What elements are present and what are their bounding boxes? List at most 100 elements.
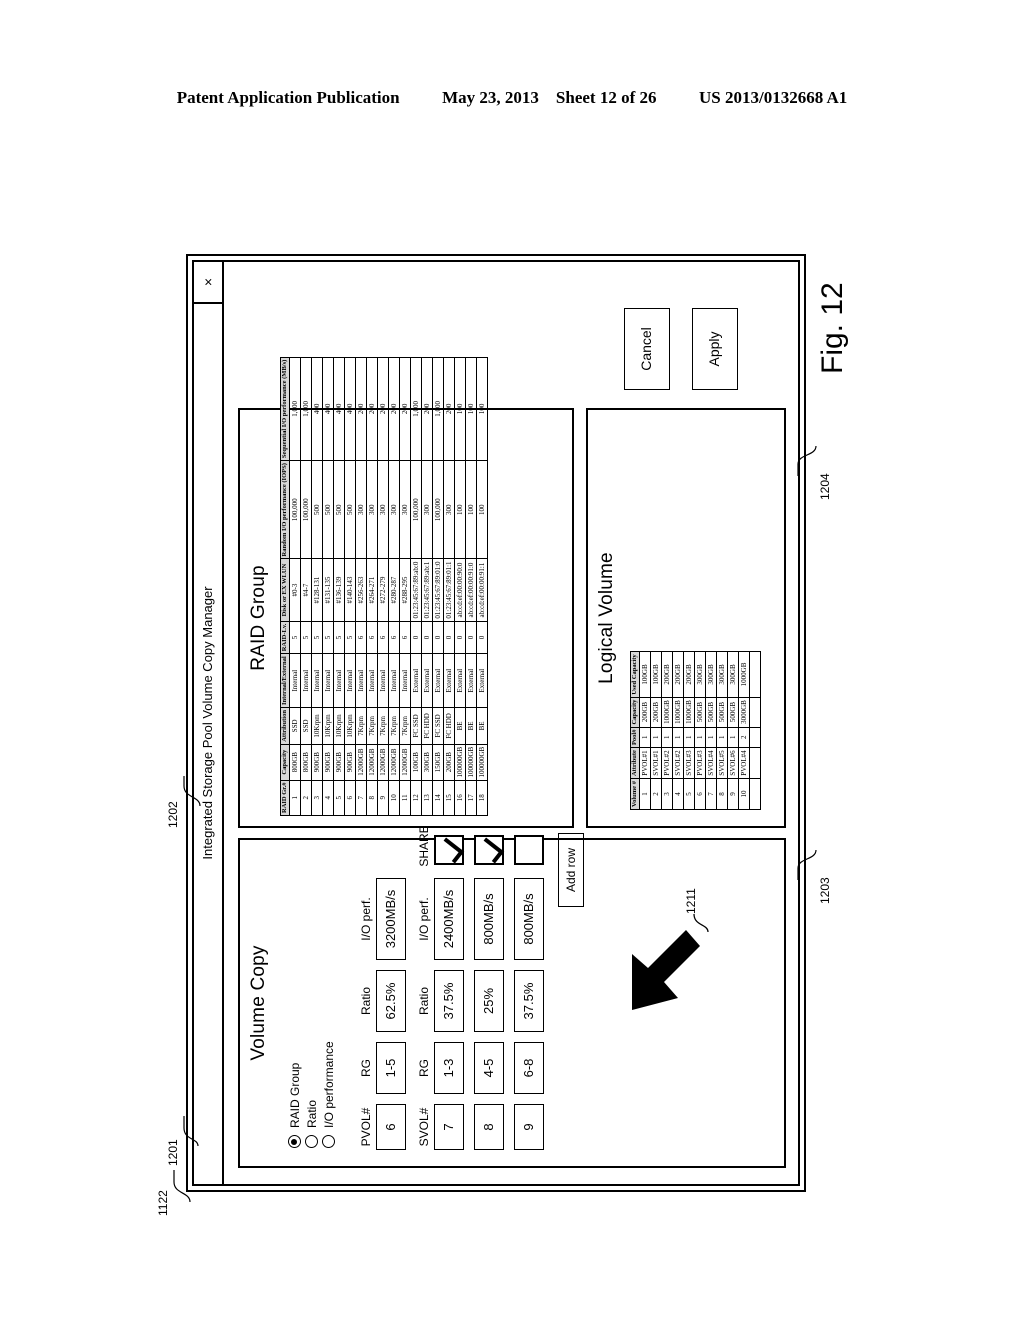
raid-group-table[interactable]: RAID Gr.# Capacity Attribution Internal/Ext… <box>280 357 488 816</box>
table-row[interactable]: 15 200GB FC HDD External 0 01:23:45:67:89:01:… <box>443 357 455 816</box>
table-cell: 300GB <box>727 651 739 698</box>
leader-line-1203 <box>797 849 817 880</box>
svol-share-checkbox-2[interactable] <box>474 835 504 865</box>
table-row[interactable]: 14 150GB FC SSD External 0 01:23:45:67:89:01:… <box>432 357 444 816</box>
column-header: Disk or EX WLUN <box>280 558 290 622</box>
table-cell: 100 <box>465 460 477 559</box>
table-row[interactable]: 5 SVOL#3 1 1000GB 200GB <box>683 651 695 810</box>
svol-number-field-2[interactable]: 8 <box>474 1104 504 1150</box>
radio-icon-ratio[interactable] <box>305 1135 318 1148</box>
table-cell: Internal <box>322 653 334 708</box>
radio-option-ratio[interactable]: Ratio <box>303 1041 320 1148</box>
svol-share-checkbox-1[interactable] <box>434 835 464 865</box>
raid-group-panel: RAID Group RAID Gr.# Capacity Attribution I… <box>238 357 574 828</box>
table-row[interactable]: 11 12000GB 7Krpm Internal 6 #288-295 300 200 <box>399 357 411 816</box>
table-row[interactable]: 2 800GB SSD Internal 5 #4-7 100,000 1,000 <box>300 357 312 816</box>
table-row[interactable]: 17 100000GB BE External 0 ab:cd:ef:00:00:91:0… <box>465 357 477 816</box>
table-row-empty[interactable] <box>749 651 761 810</box>
table-cell: 200GB <box>661 651 673 698</box>
table-row[interactable]: 5 900GB 10Krpm Internal 5 #136-139 500 400 <box>333 357 345 816</box>
close-icon[interactable]: × <box>194 262 222 304</box>
pvol-ioperf-field[interactable]: 3200MB/s <box>376 878 406 960</box>
table-row[interactable]: 12 100GB FC SSD External 0 01:23:45:67:89:ab:… <box>410 357 422 816</box>
table-row[interactable]: 10 12000GB 7Krpm Internal 6 #280-287 300 200 <box>388 357 400 816</box>
column-header: RAID Gr.# <box>280 780 290 816</box>
table-row[interactable]: 16 100000GB BE External 0 ab:cd:ef:00:00:90:0… <box>454 357 466 816</box>
table-row[interactable]: 8 12000GB 7Krpm Internal 6 #264-271 300 200 <box>366 357 378 816</box>
pvol-number-field[interactable]: 6 <box>376 1104 406 1150</box>
svol-ratio-col-header: Ratio <box>417 987 431 1016</box>
volume-copy-title: Volume Copy <box>248 945 269 1061</box>
raid-group-title: RAID Group <box>248 565 269 671</box>
svol-ratio-field-1[interactable]: 37.5% <box>434 970 464 1032</box>
table-cell: 300GB <box>705 651 717 698</box>
table-row[interactable]: 13 300GB FC HDD External 0 01:23:45:67:89:ab:… <box>421 357 433 816</box>
radio-option-raid-group[interactable]: RAID Group <box>286 1041 303 1148</box>
table-cell: External <box>454 653 466 708</box>
pvol-rg-field[interactable]: 1-5 <box>376 1042 406 1094</box>
table-row[interactable]: 1 800GB SSD Internal 5 #0-3 100,000 1,000 <box>289 357 301 816</box>
radio-option-io-performance[interactable]: I/O performance <box>320 1041 337 1148</box>
svol-rg-field-3[interactable]: 6-8 <box>514 1042 544 1094</box>
svol-rg-field-1[interactable]: 1-3 <box>434 1042 464 1094</box>
svol-number-field-3[interactable]: 9 <box>514 1104 544 1150</box>
table-cell: PVOL#1 <box>639 747 651 779</box>
cancel-button[interactable]: Cancel <box>624 308 670 390</box>
table-row[interactable]: 7 SVOL#4 1 500GB 300GB <box>705 651 717 810</box>
table-row[interactable]: 10 PVOL#4 2 3000GB 1000GB <box>738 651 750 810</box>
table-cell: 800GB <box>300 744 312 781</box>
table-row[interactable]: 6 PVOL#3 1 500GB 300GB <box>694 651 706 810</box>
logical-volume-title: Logical Volume <box>596 552 617 684</box>
svol-ioperf-field-1[interactable]: 2400MB/s <box>434 878 464 960</box>
svol-ratio-field-2[interactable]: 25% <box>474 970 504 1032</box>
table-cell: 300GB <box>694 651 706 698</box>
table-row[interactable]: 8 SVOL#5 1 500GB 300GB <box>716 651 728 810</box>
table-row[interactable]: 7 12000GB 7Krpm Internal 6 #256-263 300 200 <box>355 357 367 816</box>
svol-rg-col-header: RG <box>417 1059 431 1077</box>
svol-number-field-1[interactable]: 7 <box>434 1104 464 1150</box>
table-row[interactable]: 6 900GB 10Krpm Internal 5 #140-143 500 400 <box>344 357 356 816</box>
radio-icon-io-performance[interactable] <box>322 1135 335 1148</box>
add-row-button[interactable]: Add row <box>558 833 584 907</box>
svol-share-checkbox-3[interactable] <box>514 835 544 865</box>
table-row[interactable]: 18 100000GB BE External 0 ab:cd:ef:00:00:91:1… <box>476 357 488 816</box>
table-cell: PVOL#2 <box>661 747 673 779</box>
table-row[interactable]: 9 SVOL#6 1 500GB 300GB <box>727 651 739 810</box>
table-cell: 1 <box>639 778 651 810</box>
table-row[interactable]: 4 900GB 10Krpm Internal 5 #131-135 500 400 <box>322 357 334 816</box>
apply-button[interactable]: Apply <box>692 308 738 390</box>
table-cell: External <box>465 653 477 708</box>
table-row[interactable]: 3 900GB 10Krpm Internal 5 #128-131 500 400 <box>311 357 323 816</box>
table-cell: 300 <box>355 460 367 559</box>
svol-rg-field-2[interactable]: 4-5 <box>474 1042 504 1094</box>
table-cell-empty <box>749 651 761 698</box>
table-cell: 1000GB <box>672 697 684 728</box>
table-row[interactable]: 2 SVOL#1 1 200GB 100GB <box>650 651 662 810</box>
table-cell: 9 <box>377 780 389 816</box>
table-cell: 12000GB <box>399 744 411 781</box>
table-cell: 300 <box>399 460 411 559</box>
table-row[interactable]: 3 PVOL#2 1 1000GB 200GB <box>661 651 673 810</box>
radio-icon-raid-group[interactable] <box>288 1135 301 1148</box>
table-row[interactable]: 1 PVOL#1 1 200GB 100GB <box>639 651 651 810</box>
table-cell: SVOL#3 <box>683 747 695 779</box>
table-row[interactable]: 4 SVOL#2 1 1000GB 200GB <box>672 651 684 810</box>
table-cell: 400 <box>333 357 345 461</box>
table-cell-empty <box>749 697 761 728</box>
table-row[interactable]: 9 12000GB 7Krpm Internal 6 #272-279 300 200 <box>377 357 389 816</box>
table-cell: 10Krpm <box>311 707 323 745</box>
table-cell: 0 <box>476 621 488 654</box>
table-cell: 100000GB <box>465 744 477 781</box>
table-cell: 2 <box>738 727 750 748</box>
publication-label: Patent Application Publication <box>176 88 400 107</box>
svol-ratio-field-3[interactable]: 37.5% <box>514 970 544 1032</box>
table-cell: 300GB <box>716 651 728 698</box>
column-header: Internal/External <box>280 653 290 708</box>
table-cell: 200GB <box>672 651 684 698</box>
table-cell: External <box>421 653 433 708</box>
svol-ioperf-field-2[interactable]: 800MB/s <box>474 878 504 960</box>
table-cell: 1 <box>705 727 717 748</box>
pvol-ratio-field[interactable]: 62.5% <box>376 970 406 1032</box>
logical-volume-table[interactable]: Volume # Attribute Pool# Capacity Used Capac… <box>630 651 761 810</box>
svol-ioperf-field-3[interactable]: 800MB/s <box>514 878 544 960</box>
